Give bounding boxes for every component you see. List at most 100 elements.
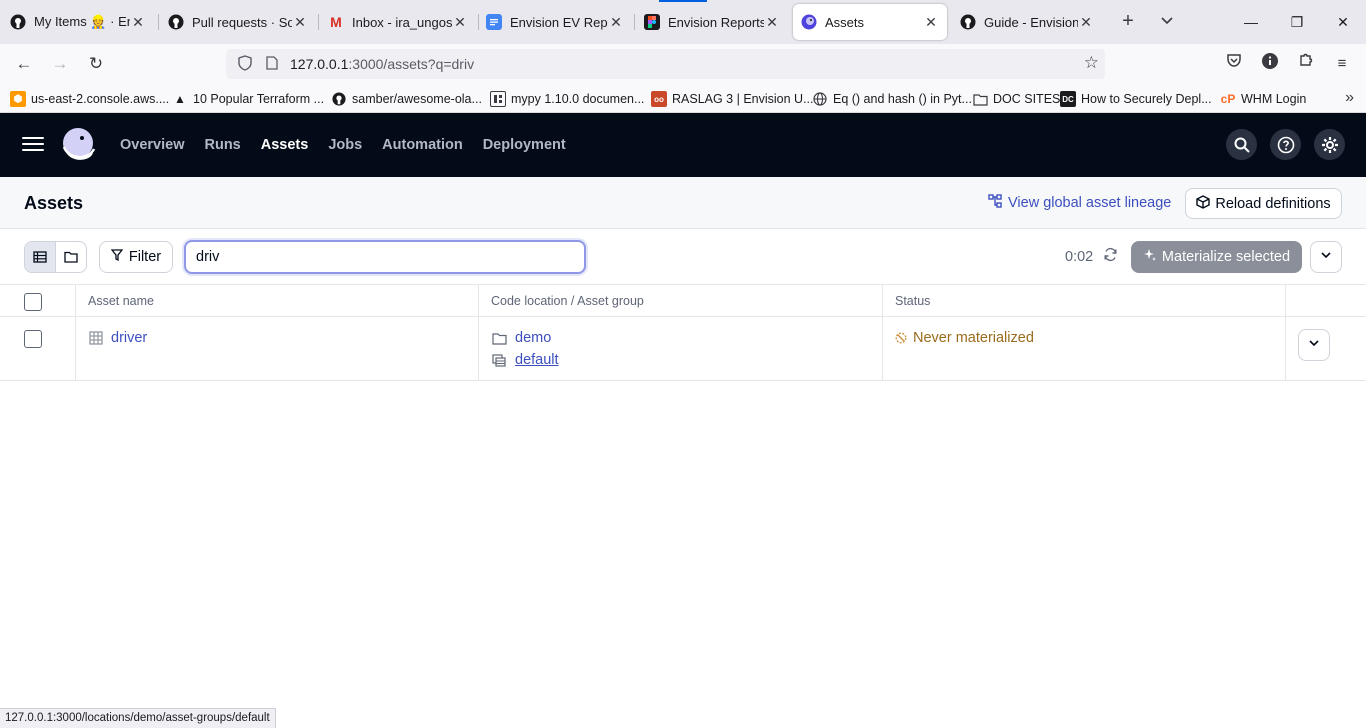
close-icon[interactable]: ✕: [1078, 14, 1094, 31]
tab-loading-indicator: [659, 0, 707, 2]
materialize-selected-button[interactable]: Materialize selected: [1131, 241, 1302, 273]
url-path: :3000/assets?q=driv: [348, 56, 475, 72]
table-view-icon[interactable]: [25, 242, 56, 272]
asset-group-link[interactable]: default: [492, 352, 559, 368]
page-info-icon[interactable]: [260, 55, 284, 73]
folder-icon: [492, 332, 507, 345]
new-tab-icon[interactable]: +: [1116, 10, 1140, 34]
tab-inbox[interactable]: M Inbox - ira_ungos@ ✕: [320, 4, 476, 40]
back-icon[interactable]: ←: [12, 52, 36, 76]
column-header-code-location[interactable]: Code location / Asset group: [491, 294, 644, 308]
column-header-status[interactable]: Status: [895, 294, 930, 308]
window-close-icon[interactable]: ✕: [1328, 8, 1358, 36]
bookmark-terraform[interactable]: ▲ 10 Popular Terraform ...: [172, 89, 324, 109]
lineage-graph-icon: [988, 194, 1002, 212]
bookmark-star-icon[interactable]: ☆: [1084, 53, 1099, 73]
top-navigation: Overview Runs Assets Jobs Automation Dep…: [120, 113, 586, 177]
hamburger-menu-icon[interactable]: [22, 133, 44, 155]
asset-group-icon: [492, 353, 507, 367]
tab-title: Inbox - ira_ungos@: [352, 14, 452, 30]
tab-strip: My Items 👷 · Envis ✕ Pull requests · Sol…: [0, 0, 1366, 44]
status-badge: Never materialized: [895, 330, 1034, 346]
aws-icon: ⬢: [10, 91, 26, 107]
bookmark-raslag[interactable]: oo RASLAG 3 | Envision U...: [651, 89, 814, 109]
reload-definitions-button[interactable]: Reload definitions: [1185, 188, 1342, 219]
minimize-icon[interactable]: —: [1236, 8, 1266, 36]
close-icon[interactable]: ✕: [452, 14, 468, 31]
row-actions-button[interactable]: [1298, 329, 1330, 361]
view-global-lineage-link[interactable]: View global asset lineage: [988, 194, 1171, 212]
nav-deployment[interactable]: Deployment: [483, 137, 566, 153]
bookmark-eq-hash[interactable]: Eq () and hash () in Pyt...: [812, 89, 972, 109]
restore-icon[interactable]: ❐: [1282, 8, 1312, 36]
tab-title: Guide - Envision EV: [984, 14, 1078, 30]
asset-search-input[interactable]: [184, 240, 586, 274]
tab-guide[interactable]: Guide - Envision EV ✕: [952, 4, 1102, 40]
nav-runs[interactable]: Runs: [205, 137, 241, 153]
close-icon[interactable]: ✕: [608, 14, 624, 31]
tab-divider: [158, 14, 159, 30]
close-icon[interactable]: ✕: [130, 14, 146, 31]
figma-icon: [644, 14, 660, 30]
bookmark-aws[interactable]: ⬢ us-east-2.console.aws....: [10, 89, 169, 109]
select-all-checkbox[interactable]: [24, 293, 42, 311]
folder-view-icon[interactable]: [56, 242, 86, 272]
tab-envision-reports[interactable]: Envision Reports – ✕: [636, 4, 788, 40]
table-header: Asset name Code location / Asset group S…: [0, 285, 1366, 317]
tab-pull-requests[interactable]: Pull requests · Sole ✕: [160, 4, 316, 40]
filter-button[interactable]: Filter: [99, 241, 173, 273]
nav-automation[interactable]: Automation: [382, 137, 463, 153]
column-divider: [1285, 317, 1286, 381]
forward-icon[interactable]: →: [48, 52, 72, 76]
nav-overview[interactable]: Overview: [120, 137, 185, 153]
column-header-asset-name[interactable]: Asset name: [88, 294, 154, 308]
tab-my-items[interactable]: My Items 👷 · Envis ✕: [2, 4, 154, 40]
chevron-down-icon: [1308, 336, 1320, 354]
help-icon[interactable]: [1270, 129, 1301, 160]
extension-info-icon[interactable]: [1258, 52, 1282, 76]
reload-icon[interactable]: ↻: [84, 52, 108, 76]
close-icon[interactable]: ✕: [764, 14, 780, 31]
asset-name-link[interactable]: driver: [89, 330, 147, 346]
nav-assets[interactable]: Assets: [261, 137, 309, 153]
bookmark-mypy[interactable]: mypy 1.10.0 documen...: [490, 89, 644, 109]
row-checkbox[interactable]: [24, 330, 42, 348]
asset-group: default: [515, 352, 559, 368]
bookmark-whm-login[interactable]: cP WHM Login: [1220, 89, 1307, 109]
dagster-icon: [801, 14, 817, 30]
bookmark-awesome-ola[interactable]: samber/awesome-ola...: [331, 89, 482, 109]
settings-gear-icon[interactable]: [1314, 129, 1345, 160]
refresh-icon[interactable]: [1103, 247, 1118, 265]
close-icon[interactable]: ✕: [292, 14, 308, 31]
bookmark-doc-sites[interactable]: DOC SITES: [972, 89, 1060, 109]
materialize-options-button[interactable]: [1310, 241, 1342, 273]
sparkle-icon: [1143, 248, 1157, 266]
dagster-logo-icon[interactable]: [58, 125, 98, 165]
tab-title: My Items 👷 · Envis: [34, 14, 130, 29]
bookmark-securely-deploy[interactable]: DC How to Securely Depl...: [1060, 89, 1212, 109]
tab-envision-ev-report[interactable]: Envision EV Report ✕: [478, 4, 632, 40]
browser-window: My Items 👷 · Envis ✕ Pull requests · Sol…: [0, 0, 1366, 728]
tracking-shield-icon[interactable]: [230, 54, 260, 74]
reload-cube-icon: [1196, 194, 1211, 213]
tab-title: Pull requests · Sole: [192, 14, 292, 30]
menu-hamburger-icon[interactable]: ≡: [1330, 52, 1354, 76]
pocket-icon[interactable]: [1222, 52, 1246, 76]
tab-assets[interactable]: Assets ✕: [793, 4, 947, 40]
bookmark-label: mypy 1.10.0 documen...: [511, 92, 645, 106]
bookmarks-overflow-icon[interactable]: »: [1345, 89, 1354, 107]
code-location-link[interactable]: demo: [492, 330, 551, 346]
terraform-icon: ▲: [174, 92, 186, 106]
column-divider: [75, 285, 76, 317]
tab-list-chevron-icon[interactable]: [1155, 10, 1179, 34]
search-icon[interactable]: [1226, 129, 1257, 160]
chevron-down-icon: [1320, 248, 1332, 266]
tab-title: Envision EV Report: [510, 14, 608, 30]
nav-jobs[interactable]: Jobs: [328, 137, 362, 153]
url-bar[interactable]: 127.0.0.1:3000/assets?q=driv ☆: [226, 49, 1105, 79]
extensions-puzzle-icon[interactable]: [1294, 52, 1318, 76]
bookmark-label: us-east-2.console.aws....: [31, 92, 170, 106]
navigation-toolbar: ← → ↻ 127.0.0.1:3000/assets?q=driv ☆ ≡: [0, 44, 1366, 84]
dc-icon: DC: [1060, 91, 1076, 107]
close-icon[interactable]: ✕: [923, 14, 939, 31]
